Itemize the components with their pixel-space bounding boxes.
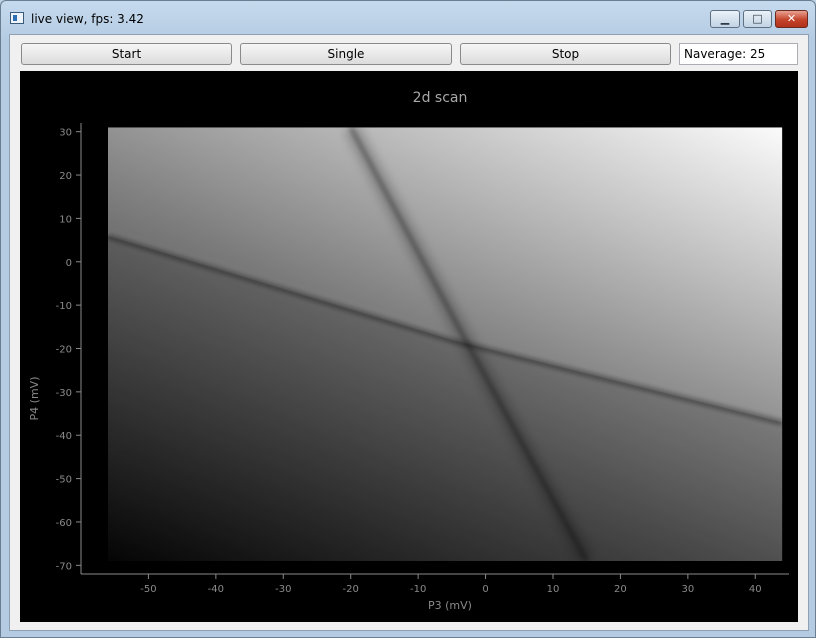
y-tick-label: 30 — [59, 128, 72, 139]
y-tick-label: -70 — [56, 561, 72, 572]
title-bar[interactable]: live view, fps: 3.42 ▁ □ ✕ — [1, 1, 815, 35]
x-tick-label: 20 — [614, 584, 627, 595]
stop-button[interactable]: Stop — [460, 43, 671, 65]
x-tick-label: 40 — [749, 584, 762, 595]
chart-title: 2d scan — [413, 90, 468, 106]
x-tick-label: -20 — [343, 584, 359, 595]
x-tick-label: -10 — [410, 584, 426, 595]
maximize-icon: □ — [752, 12, 763, 25]
naverage-field[interactable]: Naverage: 25 — [679, 43, 798, 65]
y-tick-label: -50 — [56, 475, 72, 486]
y-tick-label: 10 — [59, 214, 72, 225]
close-button[interactable]: ✕ — [775, 10, 808, 28]
x-tick-label: 0 — [482, 584, 488, 595]
y-tick-label: -10 — [56, 301, 72, 312]
scan-plot: 2d scan -50 -40 -30 -20 -10 0 10 20 30 40 30 20 10 0 -… — [28, 90, 789, 612]
heatmap-image — [107, 127, 783, 561]
close-icon: ✕ — [786, 12, 797, 25]
app-icon — [10, 12, 24, 24]
x-axis-label: P3 (mV) — [428, 599, 472, 612]
window-title: live view, fps: 3.42 — [31, 12, 144, 26]
x-tick-label: -50 — [140, 584, 156, 595]
y-tick-label: -40 — [56, 431, 72, 442]
client-area: Start Single Stop Naverage: 25 2d scan -… — [9, 34, 809, 631]
y-axis-label: P4 (mV) — [28, 377, 41, 421]
y-tick-label: -30 — [56, 388, 72, 399]
x-tick-label: 30 — [681, 584, 694, 595]
x-tick-label: -30 — [275, 584, 291, 595]
single-button[interactable]: Single — [240, 43, 452, 65]
start-button[interactable]: Start — [21, 43, 232, 65]
y-tick-label: -60 — [56, 518, 72, 529]
minimize-icon: ▁ — [720, 12, 730, 25]
y-tick-label: -20 — [56, 345, 72, 356]
y-tick-label: 20 — [59, 171, 72, 182]
y-tick-label: 0 — [66, 258, 72, 269]
x-tick-label: -40 — [208, 584, 224, 595]
maximize-button[interactable]: □ — [743, 10, 772, 28]
app-window: live view, fps: 3.42 ▁ □ ✕ Start Single … — [0, 0, 816, 638]
minimize-button[interactable]: ▁ — [710, 10, 740, 28]
x-tick-label: 10 — [547, 584, 560, 595]
plot-area[interactable]: 2d scan -50 -40 -30 -20 -10 0 10 20 30 40 30 20 10 0 -… — [20, 71, 798, 622]
